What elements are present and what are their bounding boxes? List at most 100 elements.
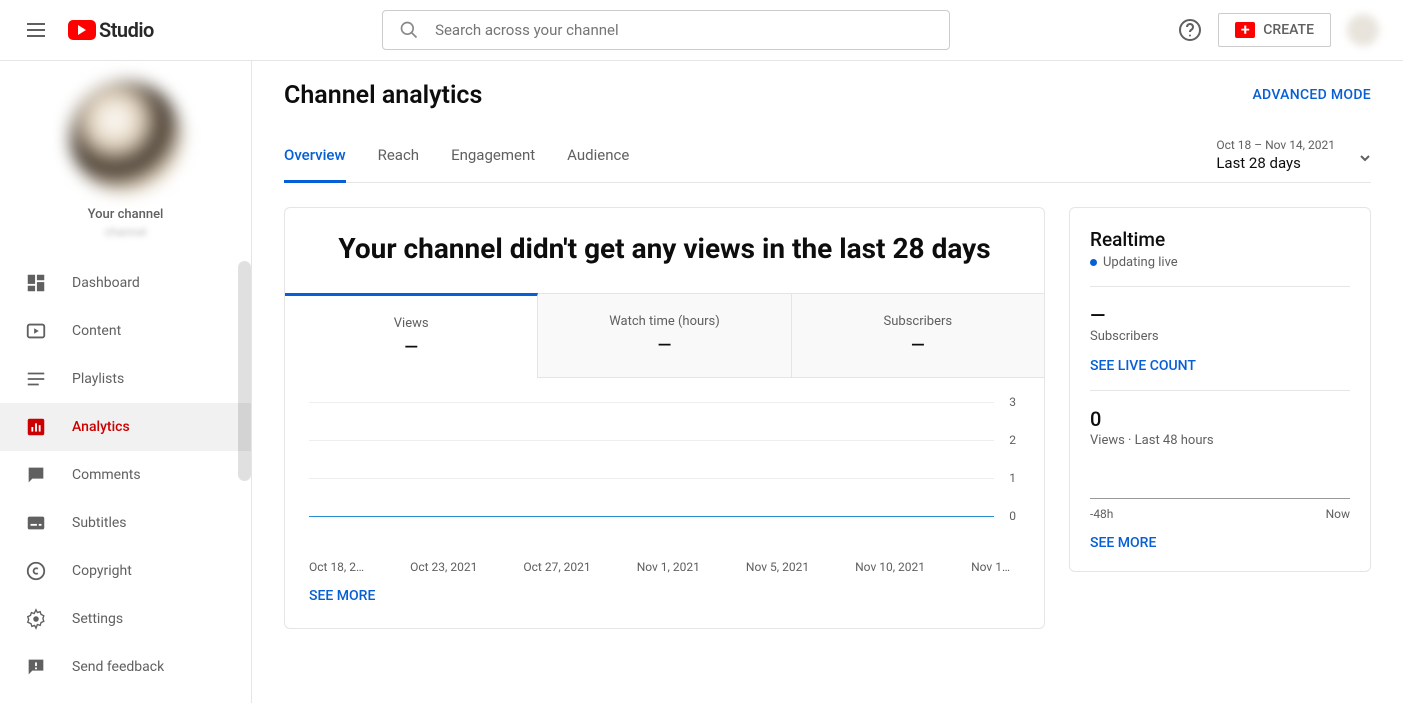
tab-engagement[interactable]: Engagement <box>451 146 535 182</box>
app-header: Studio CREATE <box>0 0 1403 61</box>
create-button[interactable]: CREATE <box>1218 13 1331 47</box>
gear-icon <box>24 607 48 631</box>
scrollbar[interactable] <box>238 261 251 481</box>
metric-label: Subscribers <box>792 314 1044 329</box>
metric-tab-views[interactable]: Views — <box>285 293 538 378</box>
sidebar-item-analytics[interactable]: Analytics <box>0 403 251 451</box>
x-axis-label: Nov 5, 2021 <box>746 560 809 574</box>
search-wrapper <box>154 10 1178 50</box>
youtube-studio-logo[interactable]: Studio <box>68 18 154 42</box>
create-label: CREATE <box>1263 22 1314 38</box>
realtime-see-more-link[interactable]: SEE MORE <box>1090 535 1350 551</box>
tab-reach[interactable]: Reach <box>378 146 419 182</box>
x-axis-label: Oct 18, 2… <box>309 560 364 574</box>
channel-info: Your channel channel <box>0 61 251 259</box>
sidebar-item-dashboard[interactable]: Dashboard <box>0 259 251 307</box>
see-more-link[interactable]: SEE MORE <box>285 578 1044 604</box>
tab-overview[interactable]: Overview <box>284 146 346 183</box>
date-range-small: Oct 18 – Nov 14, 2021 <box>1216 138 1335 152</box>
sidebar-item-settings[interactable]: Settings <box>0 595 251 643</box>
copyright-icon <box>24 559 48 583</box>
live-dot-icon <box>1090 259 1097 266</box>
nav-list: Dashboard Content Playlists Analytics Co… <box>0 259 251 703</box>
header-right: CREATE <box>1178 13 1379 47</box>
account-avatar[interactable] <box>1347 14 1379 46</box>
search-icon <box>399 20 419 40</box>
metric-tab-watchtime[interactable]: Watch time (hours) — <box>538 293 791 378</box>
realtime-views-label: Views · Last 48 hours <box>1090 433 1350 448</box>
sidebar-item-content[interactable]: Content <box>0 307 251 355</box>
updating-live-label: Updating live <box>1103 255 1178 270</box>
sidebar-item-label: Copyright <box>72 563 132 579</box>
divider <box>1090 286 1350 287</box>
metric-tabs: Views — Watch time (hours) — Subscribers… <box>285 293 1044 378</box>
x-axis: Oct 18, 2… Oct 23, 2021 Oct 27, 2021 Nov… <box>309 560 1020 574</box>
see-live-count-link[interactable]: SEE LIVE COUNT <box>1090 358 1350 374</box>
analytics-tabs: Overview Reach Engagement Audience <box>284 146 629 182</box>
dashboard-icon <box>24 271 48 295</box>
tab-audience[interactable]: Audience <box>567 146 629 182</box>
realtime-chart <box>1090 498 1350 499</box>
x-axis-label: Oct 23, 2021 <box>410 560 477 574</box>
realtime-status: Updating live <box>1090 255 1350 270</box>
page-title: Channel analytics <box>284 81 482 110</box>
metric-label: Views <box>285 316 537 331</box>
sidebar-item-label: Send feedback <box>72 659 164 675</box>
metric-value: — <box>285 337 537 358</box>
divider <box>1090 390 1350 391</box>
realtime-subscribers-label: Subscribers <box>1090 329 1350 344</box>
playlists-icon <box>24 367 48 391</box>
page-header: Channel analytics ADVANCED MODE <box>284 81 1371 110</box>
help-icon[interactable] <box>1178 18 1202 42</box>
comments-icon <box>24 463 48 487</box>
metric-value: — <box>538 335 790 356</box>
sidebar-item-label: Playlists <box>72 371 124 387</box>
realtime-views-value: 0 <box>1090 407 1350 431</box>
sidebar-item-label: Analytics <box>72 419 130 435</box>
sidebar-item-label: Content <box>72 323 121 339</box>
headline-message: Your channel didn't get any views in the… <box>285 232 1044 265</box>
date-range-main: Last 28 days <box>1216 154 1301 172</box>
search-box[interactable] <box>382 10 950 50</box>
realtime-card: Realtime Updating live — Subscribers SEE… <box>1069 207 1371 572</box>
main-content: Channel analytics ADVANCED MODE Overview… <box>252 61 1403 703</box>
date-range-picker[interactable]: Oct 18 – Nov 14, 2021 Last 28 days <box>1216 138 1371 182</box>
metric-label: Watch time (hours) <box>538 314 790 329</box>
sidebar-item-feedback[interactable]: Send feedback <box>0 643 251 691</box>
sidebar-item-subtitles[interactable]: Subtitles <box>0 499 251 547</box>
rt-axis-left: -48h <box>1090 507 1113 521</box>
overview-card: Your channel didn't get any views in the… <box>284 207 1045 629</box>
content-icon <box>24 319 48 343</box>
sidebar-item-label: Comments <box>72 467 141 483</box>
sidebar-item-comments[interactable]: Comments <box>0 451 251 499</box>
content-row: Your channel didn't get any views in the… <box>284 207 1371 629</box>
hamburger-menu-button[interactable] <box>24 18 48 42</box>
sidebar-item-label: Subtitles <box>72 515 127 531</box>
realtime-title: Realtime <box>1090 228 1350 251</box>
analytics-icon <box>24 415 48 439</box>
metric-tab-subscribers[interactable]: Subscribers — <box>792 293 1044 378</box>
y-axis-label: 3 <box>1009 395 1016 409</box>
realtime-axis: -48h Now <box>1090 507 1350 521</box>
channel-avatar[interactable] <box>70 81 182 193</box>
sidebar-item-copyright[interactable]: Copyright <box>0 547 251 595</box>
realtime-subscribers-value: — <box>1090 303 1350 327</box>
studio-text: Studio <box>99 18 154 42</box>
views-chart: 3 2 1 0 Oct 18, 2… Oct 23, 2021 Oct 27, … <box>285 378 1044 578</box>
x-axis-label: Oct 27, 2021 <box>523 560 590 574</box>
subtitles-icon <box>24 511 48 535</box>
search-input[interactable] <box>435 21 933 39</box>
channel-name: channel <box>105 225 147 239</box>
tabs-row: Overview Reach Engagement Audience Oct 1… <box>284 138 1371 183</box>
create-video-icon <box>1235 22 1255 38</box>
chart-grid: 3 2 1 0 <box>309 402 994 517</box>
sidebar: Your channel channel Dashboard Content P… <box>0 61 252 703</box>
sidebar-item-label: Dashboard <box>72 275 140 291</box>
rt-axis-right: Now <box>1326 507 1350 521</box>
feedback-icon <box>24 655 48 679</box>
sidebar-item-playlists[interactable]: Playlists <box>0 355 251 403</box>
x-axis-label: Nov 1… <box>971 560 1010 574</box>
youtube-play-icon <box>68 20 96 40</box>
advanced-mode-link[interactable]: ADVANCED MODE <box>1252 87 1371 103</box>
y-axis-label: 1 <box>1009 471 1016 485</box>
